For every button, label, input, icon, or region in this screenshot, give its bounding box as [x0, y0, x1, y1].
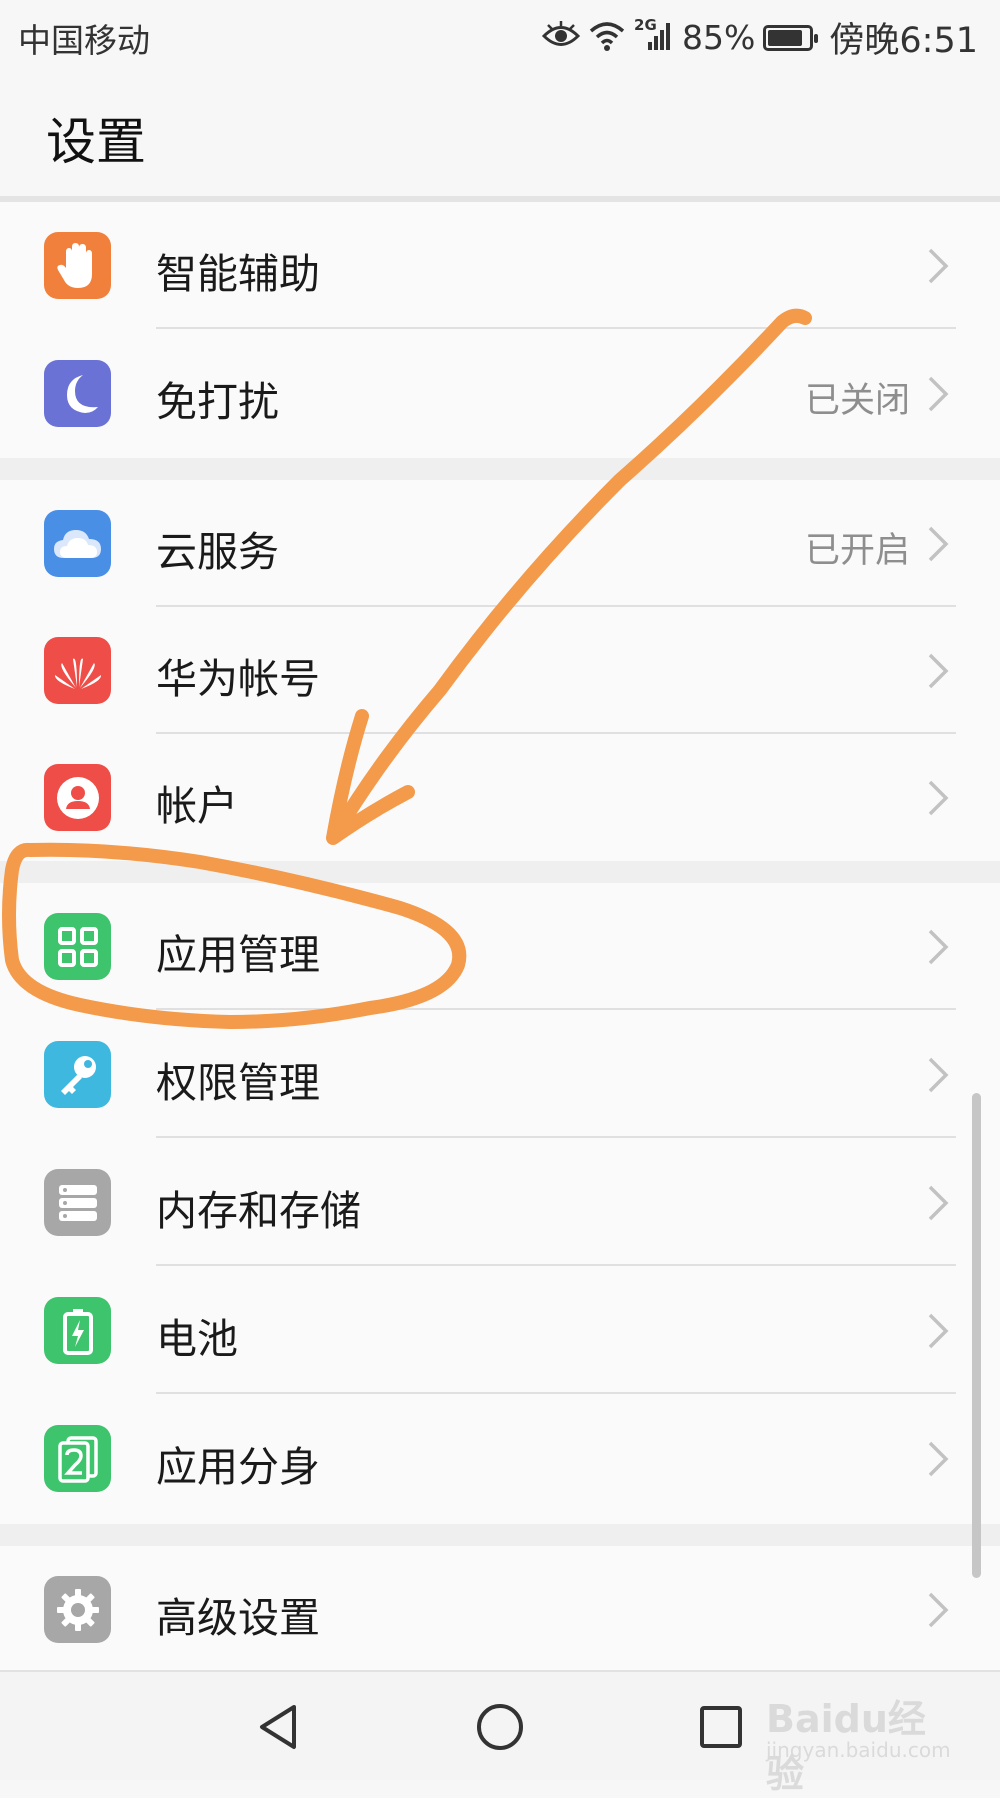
- settings-item-label: 云服务: [156, 528, 279, 576]
- settings-item-label: 高级设置: [156, 1594, 320, 1642]
- storage-icon: [44, 1169, 111, 1236]
- hand-icon: [44, 232, 111, 299]
- divider: [156, 1264, 956, 1266]
- app-grid-icon: [44, 913, 111, 980]
- settings-item-permission-management[interactable]: 权限管理: [0, 1011, 1000, 1138]
- chevron-right-icon: [920, 776, 956, 820]
- chevron-right-icon: [920, 372, 956, 416]
- status-bar: 中国移动 2G 85% 傍晚6:51: [0, 0, 1000, 70]
- settings-item-huawei-account[interactable]: 华为帐号: [0, 607, 1000, 734]
- chevron-right-icon: [920, 522, 956, 566]
- settings-item-value: 已关闭: [804, 381, 910, 421]
- battery-fill: [768, 29, 803, 46]
- chevron-right-icon: [920, 1437, 956, 1481]
- settings-item-label: 内存和存储: [156, 1187, 361, 1235]
- group-separator: [0, 861, 1000, 883]
- divider: [156, 1392, 956, 1394]
- settings-item-battery[interactable]: 电池: [0, 1267, 1000, 1394]
- carrier-name: 中国移动: [18, 21, 150, 60]
- settings-item-label: 智能辅助: [156, 250, 320, 298]
- settings-item-cloud-service[interactable]: 云服务 已开启: [0, 480, 1000, 607]
- settings-item-memory-storage[interactable]: 内存和存储: [0, 1139, 1000, 1266]
- settings-item-label: 华为帐号: [156, 655, 320, 703]
- status-icons: 2G 85% 傍晚6:51: [541, 12, 978, 63]
- cloud-icon: [44, 510, 111, 577]
- settings-item-value: 已开启: [804, 531, 910, 571]
- battery-percent: 85%: [682, 18, 756, 57]
- home-icon[interactable]: [465, 1692, 535, 1762]
- back-icon[interactable]: [243, 1692, 313, 1762]
- page-title: 设置: [46, 113, 146, 171]
- settings-item-label: 帐户: [156, 782, 238, 830]
- chevron-right-icon: [920, 1181, 956, 1225]
- settings-item-label: 应用管理: [156, 931, 320, 979]
- gear-icon: [44, 1576, 111, 1643]
- settings-item-advanced[interactable]: 高级设置: [0, 1546, 1000, 1673]
- scrollbar[interactable]: [972, 1093, 981, 1578]
- cell-signal-icon: 2G: [634, 16, 674, 56]
- network-type: 2G: [634, 15, 657, 34]
- divider: [156, 1008, 956, 1010]
- group-separator: [0, 458, 1000, 480]
- divider: [156, 327, 956, 329]
- eye-icon: [541, 20, 581, 55]
- battery-charge-icon: [44, 1297, 111, 1364]
- clock: 傍晚6:51: [829, 21, 978, 61]
- baidu-watermark: Baidu经验 jingyan.baidu.com: [762, 1688, 962, 1796]
- chevron-right-icon: [920, 1588, 956, 1632]
- user-icon: [44, 764, 111, 831]
- chevron-right-icon: [920, 649, 956, 693]
- group-separator: [0, 1524, 1000, 1546]
- battery-icon: [763, 24, 819, 51]
- settings-item-label: 权限管理: [156, 1059, 320, 1107]
- divider: [156, 1136, 956, 1138]
- moon-icon: [44, 360, 111, 427]
- settings-item-app-twin[interactable]: 应用分身: [0, 1395, 1000, 1522]
- settings-item-smart-assist[interactable]: 智能辅助: [0, 202, 1000, 329]
- settings-item-app-management[interactable]: 应用管理: [0, 883, 1000, 1010]
- settings-item-label: 应用分身: [156, 1443, 320, 1491]
- chevron-right-icon: [920, 925, 956, 969]
- watermark-url: jingyan.baidu.com: [766, 1738, 951, 1762]
- settings-item-do-not-disturb[interactable]: 免打扰 已关闭: [0, 330, 1000, 457]
- chevron-right-icon: [920, 244, 956, 288]
- title-bar: 设置: [0, 70, 1000, 196]
- chevron-right-icon: [920, 1309, 956, 1353]
- huawei-logo-icon: [44, 637, 111, 704]
- settings-item-label: 免打扰: [156, 378, 279, 426]
- app-twin-icon: [44, 1425, 111, 1492]
- settings-item-accounts[interactable]: 帐户: [0, 734, 1000, 861]
- settings-item-label: 电池: [156, 1315, 238, 1363]
- key-icon: [44, 1041, 111, 1108]
- wifi-icon: [588, 20, 626, 56]
- recents-icon[interactable]: [686, 1692, 756, 1762]
- chevron-right-icon: [920, 1053, 956, 1097]
